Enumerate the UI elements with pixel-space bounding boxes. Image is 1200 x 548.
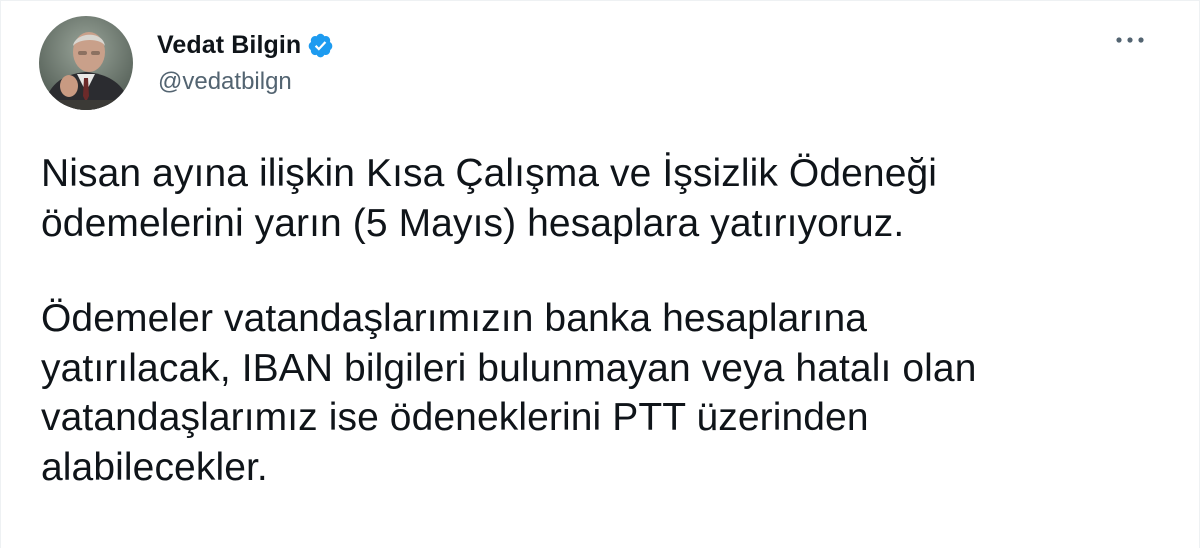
author-display-name[interactable]: Vedat Bilgin [157,31,301,60]
tweet-card: Vedat Bilgin @vedatbilgn Nisan ayına ili… [0,0,1200,548]
tweet-paragraph-1: Nisan ayına ilişkin Kısa Çalışma ve İşsi… [41,152,938,245]
more-options-icon[interactable] [1111,27,1149,53]
tweet-paragraph-2: Ödemeler vatandaşlarımızın banka hesapla… [41,297,977,489]
author-name-row: Vedat Bilgin [157,29,334,61]
avatar-photo [39,16,133,110]
author-handle[interactable]: @vedatbilgn [158,68,292,96]
tweet-text: Nisan ayına ilişkin Kısa Çalışma ve İşsi… [41,149,1171,492]
avatar[interactable] [39,16,133,110]
verified-badge-icon [307,32,334,59]
